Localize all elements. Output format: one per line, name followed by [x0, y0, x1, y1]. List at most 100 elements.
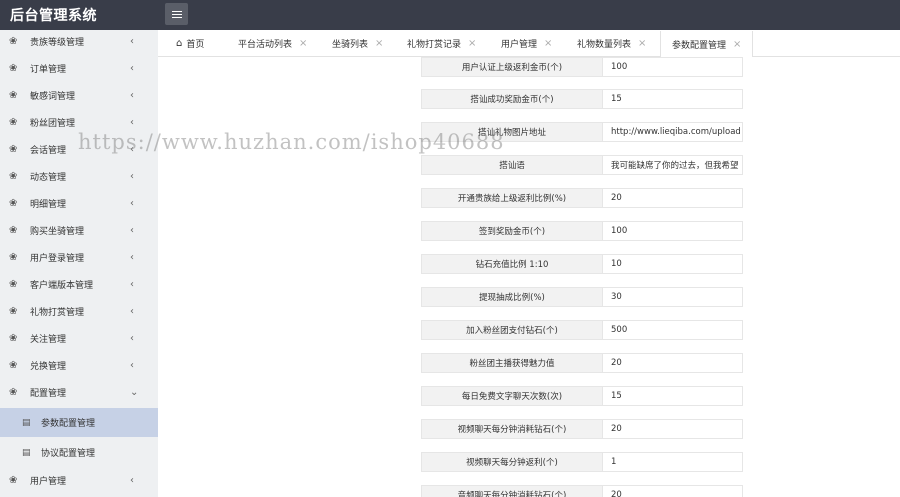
sidebar-item-details[interactable]: ❀ 明细管理 ‹: [0, 190, 158, 217]
form-row: 搭讪礼物图片地址: [421, 122, 743, 142]
chevron-left-icon: ‹: [130, 306, 134, 317]
sidebar-item-label: 购买坐骑管理: [30, 227, 85, 237]
close-icon[interactable]: ×: [375, 38, 383, 49]
form-label: 签到奖励金币(个): [421, 221, 603, 241]
form-value-input[interactable]: [603, 89, 743, 109]
form-label: 用户认证上级返利金币(个): [421, 57, 603, 77]
sidebar-item-mount-purchase[interactable]: ❀ 购买坐骑管理 ‹: [0, 217, 158, 244]
sidebar-item-label: 敏感词管理: [30, 92, 76, 102]
form-row: 搭讪成功奖励金币(个): [421, 89, 743, 109]
form-label: 加入粉丝团支付钻石(个): [421, 320, 603, 340]
tab-label: 参数配置管理: [672, 40, 727, 51]
close-icon[interactable]: ×: [468, 38, 476, 49]
close-icon[interactable]: ×: [733, 39, 741, 50]
sidebar-item-moments[interactable]: ❀ 动态管理 ‹: [0, 163, 158, 190]
form-value-input[interactable]: [603, 353, 743, 373]
form-value-input[interactable]: [603, 254, 743, 274]
chevron-left-icon: ‹: [130, 333, 134, 344]
sidebar-item-sensitive-words[interactable]: ❀ 敏感词管理 ‹: [0, 82, 158, 109]
form-value-input[interactable]: [603, 122, 743, 142]
form-row: 粉丝团主播获得魅力值: [421, 353, 743, 373]
sidebar-item-user-login[interactable]: ❀ 用户登录管理 ‹: [0, 244, 158, 271]
form-value-input[interactable]: [603, 452, 743, 472]
tab-label: 礼物数量列表: [577, 40, 632, 50]
chevron-left-icon: ‹: [130, 475, 134, 486]
tab-mounts[interactable]: 坐骑列表 ×: [332, 31, 383, 56]
home-icon: ⌂: [176, 38, 183, 49]
sidebar-item-label: 明细管理: [30, 200, 67, 210]
tab-label: 首页: [186, 40, 205, 50]
top-bar: 后台管理系统: [0, 0, 900, 30]
cluster-icon: ❀: [9, 170, 18, 182]
form-row: 签到奖励金币(个): [421, 221, 743, 241]
cluster-icon: ❀: [9, 332, 18, 344]
sidebar-item-noble-level[interactable]: ❀ 贵族等级管理 ‹: [0, 30, 158, 55]
sidebar-item-sessions[interactable]: ❀ 会话管理 ‹: [0, 136, 158, 163]
sidebar-subitem-param-config[interactable]: ▤ 参数配置管理: [0, 408, 158, 437]
sidebar-item-exchange[interactable]: ❀ 兑换管理 ‹: [0, 352, 158, 379]
chevron-left-icon: ‹: [130, 225, 134, 236]
form-label: 音频聊天每分钟消耗钻石(个): [421, 485, 603, 497]
sidebar-item-label: 兑换管理: [30, 362, 67, 372]
form-value-input[interactable]: [603, 188, 743, 208]
sidebar: ❀ 贵族等级管理 ‹ ❀ 订单管理 ‹ ❀ 敏感词管理 ‹ ❀ 粉丝团管理 ‹ …: [0, 30, 158, 497]
cluster-icon: ❀: [9, 143, 18, 155]
form-value-input[interactable]: [603, 419, 743, 439]
cluster-icon: ❀: [9, 251, 18, 263]
tab-users[interactable]: 用户管理 ×: [501, 31, 552, 56]
close-icon[interactable]: ×: [638, 38, 646, 49]
form-row: 用户认证上级返利金币(个): [421, 57, 743, 77]
menu-toggle-icon[interactable]: [165, 3, 188, 25]
cluster-icon: ❀: [9, 305, 18, 317]
cluster-icon: ❀: [9, 62, 18, 74]
tab-param-config[interactable]: 参数配置管理 ×: [660, 31, 754, 57]
chevron-left-icon: ‹: [130, 279, 134, 290]
form-value-input[interactable]: [603, 155, 743, 175]
close-icon[interactable]: ×: [299, 38, 307, 49]
tab-label: 用户管理: [501, 40, 538, 50]
form-value-input[interactable]: [603, 320, 743, 340]
cluster-icon: ❀: [9, 278, 18, 290]
sidebar-item-label: 用户管理: [30, 477, 67, 487]
sidebar-item-label: 订单管理: [30, 65, 67, 75]
sidebar-item-follows[interactable]: ❀ 关注管理 ‹: [0, 325, 158, 352]
form-label: 视频聊天每分钟消耗钻石(个): [421, 419, 603, 439]
form-row: 音频聊天每分钟消耗钻石(个): [421, 485, 743, 497]
cluster-icon: ❀: [9, 359, 18, 371]
close-icon[interactable]: ×: [544, 38, 552, 49]
sidebar-item-label: 用户登录管理: [30, 254, 85, 264]
sidebar-item-label: 配置管理: [30, 389, 67, 399]
cluster-icon: ❀: [9, 89, 18, 101]
form-value-input[interactable]: [603, 287, 743, 307]
tab-gift-rewards[interactable]: 礼物打赏记录 ×: [407, 31, 476, 56]
form-row: 提现抽成比例(%): [421, 287, 743, 307]
cluster-icon: ❀: [9, 197, 18, 209]
param-config-form: 用户认证上级返利金币(个) 搭讪成功奖励金币(个) 搭讪礼物图片地址 搭讪语 开…: [158, 57, 900, 497]
sidebar-item-user-management[interactable]: ❀ 用户管理 ‹: [0, 467, 158, 494]
form-label: 每日免费文字聊天次数(次): [421, 386, 603, 406]
form-value-input[interactable]: [603, 57, 743, 77]
sidebar-item-label: 礼物打赏管理: [30, 308, 85, 318]
form-value-input[interactable]: [603, 221, 743, 241]
sidebar-item-label: 贵族等级管理: [30, 38, 85, 48]
tab-home[interactable]: ⌂ 首页: [176, 31, 204, 56]
sidebar-item-orders[interactable]: ❀ 订单管理 ‹: [0, 55, 158, 82]
tab-platform-activities[interactable]: 平台活动列表 ×: [238, 31, 307, 56]
sidebar-item-fan-club[interactable]: ❀ 粉丝团管理 ‹: [0, 109, 158, 136]
app-title: 后台管理系统: [10, 8, 97, 24]
tab-gift-quantity[interactable]: 礼物数量列表 ×: [577, 31, 646, 56]
sidebar-subitem-protocol-config[interactable]: ▤ 协议配置管理: [0, 438, 158, 467]
form-row: 每日免费文字聊天次数(次): [421, 386, 743, 406]
sidebar-item-config[interactable]: ❀ 配置管理 ⌄: [0, 379, 158, 406]
form-row: 视频聊天每分钟消耗钻石(个): [421, 419, 743, 439]
sidebar-item-client-version[interactable]: ❀ 客户端版本管理 ‹: [0, 271, 158, 298]
chevron-left-icon: ‹: [130, 144, 134, 155]
form-value-input[interactable]: [603, 485, 743, 497]
sidebar-item-label: 会话管理: [30, 146, 67, 156]
cluster-icon: ❀: [9, 386, 18, 398]
sidebar-item-gift-rewards[interactable]: ❀ 礼物打赏管理 ‹: [0, 298, 158, 325]
sidebar-item-label: 粉丝团管理: [30, 119, 76, 129]
tab-label: 坐骑列表: [332, 40, 369, 50]
form-row: 视频聊天每分钟返利(个): [421, 452, 743, 472]
form-value-input[interactable]: [603, 386, 743, 406]
